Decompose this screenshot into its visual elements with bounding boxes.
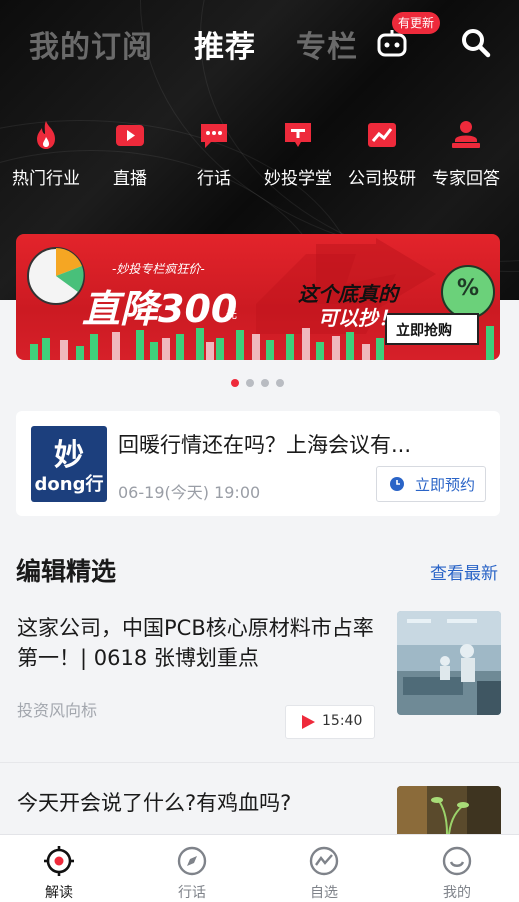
nav-mine[interactable]: 我的 xyxy=(392,835,519,902)
nav-watchlist[interactable]: 自选 xyxy=(259,835,389,902)
compass-icon xyxy=(177,846,207,876)
bottom-navigation: 解读 行话 自选 我的 xyxy=(0,834,519,902)
nav-interpret[interactable]: 解读 xyxy=(0,835,124,902)
article-title[interactable]: 今天开会说了什么?有鸡血吗? xyxy=(17,788,377,818)
stock-line-icon xyxy=(309,846,339,876)
nav-jargon[interactable]: 行话 xyxy=(127,835,257,902)
plant-image xyxy=(397,786,501,834)
smile-icon xyxy=(442,846,472,876)
target-icon xyxy=(44,846,74,876)
article-thumbnail[interactable] xyxy=(397,786,501,834)
article-item: 今天开会说了什么?有鸡血吗? xyxy=(0,0,519,834)
